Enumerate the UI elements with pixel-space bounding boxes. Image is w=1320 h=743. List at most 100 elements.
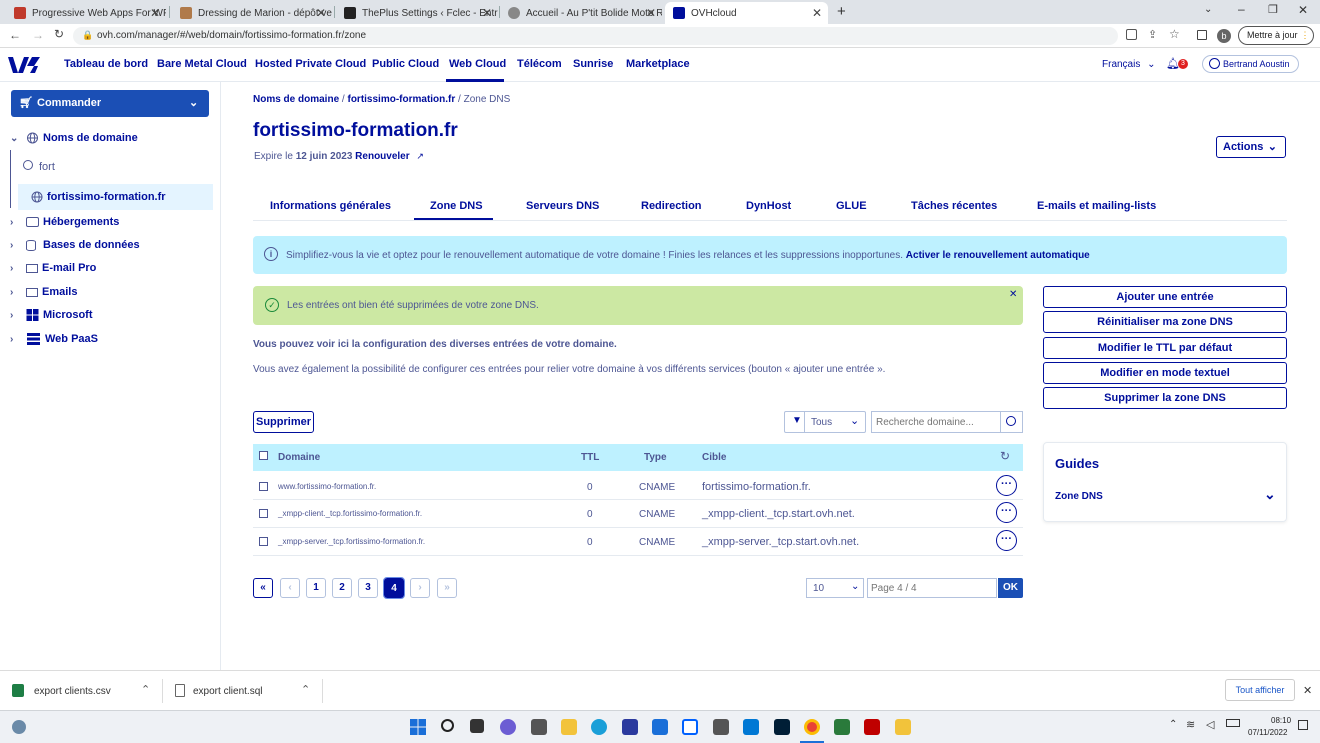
browser-tab[interactable]: Progressive Web Apps For WP – ✕ [6, 2, 166, 24]
close-icon[interactable]: ✕ [1303, 684, 1312, 697]
battery-icon[interactable] [1226, 719, 1240, 727]
edit-ttl-button[interactable]: Modifier le TTL par défaut [1043, 337, 1287, 359]
row-checkbox[interactable] [259, 482, 268, 491]
sidebar-item-email-pro[interactable]: › E-mail Pro [10, 262, 96, 274]
row-actions-menu-icon[interactable]: ··· [996, 475, 1017, 496]
close-icon[interactable]: ✕ [812, 6, 822, 20]
wifi-icon[interactable]: ≋ [1186, 718, 1195, 731]
ovh-logo-icon[interactable] [8, 56, 40, 74]
clock-date[interactable]: 07/11/2022 [1248, 728, 1287, 737]
sidebar-item-microsoft[interactable]: › Microsoft [10, 309, 93, 321]
tab-informations-generales[interactable]: Informations générales [270, 200, 391, 212]
page-4-button-current[interactable]: 4 [383, 577, 405, 599]
show-all-downloads-button[interactable]: Tout afficher [1225, 679, 1295, 701]
close-icon[interactable]: ✕ [1009, 289, 1017, 300]
tray-chevron-icon[interactable]: ⌃ [1169, 719, 1177, 730]
task-view-icon[interactable] [470, 719, 484, 733]
update-button[interactable]: Mettre à jour ⋮ [1238, 26, 1314, 45]
sidepanel-icon[interactable] [1197, 30, 1207, 40]
browser-tab[interactable]: Dressing de Marion - dépôt vent ✕ [172, 2, 332, 24]
reset-zone-button[interactable]: Réinitialiser ma zone DNS [1043, 311, 1287, 333]
star-icon[interactable]: ☆ [1169, 27, 1180, 41]
download-file-name[interactable]: export client.sql [193, 686, 262, 697]
close-icon[interactable]: ✕ [150, 6, 160, 20]
sidebar-item-selected-domain[interactable]: fortissimo-formation.fr [18, 184, 213, 210]
browser-tab-active[interactable]: OVHcloud ✕ [665, 2, 828, 24]
tab-redirection[interactable]: Redirection [641, 200, 702, 212]
page-1-button[interactable]: 1 [306, 578, 326, 598]
close-icon[interactable]: ✕ [482, 6, 492, 20]
breadcrumb-domain[interactable]: fortissimo-formation.fr [347, 94, 455, 105]
chat-icon[interactable] [500, 719, 516, 735]
col-ttl[interactable]: TTL [581, 452, 599, 463]
tab-list-chevron-icon[interactable]: ⌄ [1204, 4, 1212, 15]
domain-search-input[interactable] [871, 411, 1000, 433]
delete-zone-button[interactable]: Supprimer la zone DNS [1043, 387, 1287, 409]
filter-select[interactable]: ▼ Tous ⌄ [784, 411, 866, 433]
nav-web-cloud[interactable]: Web Cloud [449, 58, 506, 70]
profile-avatar[interactable]: b [1217, 29, 1231, 43]
text-mode-button[interactable]: Modifier en mode textuel [1043, 362, 1287, 384]
volume-icon[interactable]: ◁ [1206, 718, 1214, 731]
per-page-select[interactable]: 10 ⌄ [806, 578, 864, 598]
forward-arrow-icon[interactable]: → [32, 28, 44, 42]
nav-telecom[interactable]: Télécom [517, 58, 562, 70]
guide-zone-dns[interactable]: Zone DNS [1055, 491, 1103, 502]
store-icon[interactable] [652, 719, 668, 735]
row-checkbox[interactable] [259, 537, 268, 546]
tab-emails-mailing-lists[interactable]: E-mails et mailing-lists [1037, 200, 1156, 212]
close-icon[interactable]: ✕ [316, 6, 326, 20]
page-2-button[interactable]: 2 [332, 578, 352, 598]
search-icon[interactable] [441, 719, 454, 732]
windows-start-icon[interactable] [410, 719, 426, 735]
select-all-checkbox[interactable] [259, 451, 268, 460]
language-select[interactable]: Français ⌄ [1102, 59, 1156, 70]
sidebar-item-domains[interactable]: ⌄ Noms de domaine [10, 132, 138, 144]
user-menu[interactable]: Bertrand Aoustin [1202, 55, 1299, 73]
window-close-icon[interactable]: ✕ [1298, 3, 1308, 17]
back-arrow-icon[interactable]: ← [9, 28, 21, 42]
tab-taches-recentes[interactable]: Tâches récentes [911, 200, 997, 212]
new-tab-icon[interactable]: + [837, 3, 846, 20]
outlook-icon[interactable] [743, 719, 759, 735]
row-checkbox[interactable] [259, 509, 268, 518]
tab-serveurs-dns[interactable]: Serveurs DNS [526, 200, 599, 212]
edge-icon[interactable] [591, 719, 607, 735]
refresh-icon[interactable]: ↻ [1000, 449, 1010, 463]
search-button[interactable] [1000, 411, 1023, 433]
nav-bare-metal-cloud[interactable]: Bare Metal Cloud [157, 58, 247, 70]
dropbox-icon[interactable] [682, 719, 698, 735]
app-icon[interactable] [713, 719, 729, 735]
weather-icon[interactable] [12, 720, 26, 734]
first-page-button[interactable]: « [253, 578, 273, 598]
next-page-button[interactable]: › [410, 578, 430, 598]
chevron-up-icon[interactable]: ⌃ [141, 683, 150, 696]
col-type[interactable]: Type [644, 452, 667, 463]
notification-center-icon[interactable] [1298, 720, 1308, 730]
tab-glue[interactable]: GLUE [836, 200, 867, 212]
chevron-up-icon[interactable]: ⌃ [301, 683, 310, 696]
page-number-input[interactable] [867, 578, 997, 598]
last-page-button[interactable]: » [437, 578, 457, 598]
browser-tab[interactable]: ThePlus Settings ‹ Fclec - Entrep ✕ [336, 2, 498, 24]
minimize-icon[interactable]: – [1238, 2, 1245, 16]
nav-public-cloud[interactable]: Public Cloud [372, 58, 439, 70]
sidebar-item-hebergements[interactable]: › Hébergements [10, 216, 119, 228]
file-explorer-icon[interactable] [561, 719, 577, 735]
prev-page-button[interactable]: ‹ [280, 578, 300, 598]
translate-icon[interactable] [1126, 29, 1137, 40]
col-target[interactable]: Cible [702, 452, 726, 463]
app-icon[interactable] [895, 719, 911, 735]
sidebar-item-emails[interactable]: › Emails [10, 286, 77, 298]
add-entry-button[interactable]: Ajouter une entrée [1043, 286, 1287, 308]
browser-tab[interactable]: Accueil - Au P'tit Bolide Moto Re ✕ [500, 2, 662, 24]
app-icon[interactable] [622, 719, 638, 735]
row-actions-menu-icon[interactable]: ··· [996, 502, 1017, 523]
tab-zone-dns[interactable]: Zone DNS [430, 200, 483, 212]
sidebar-item-web-paas[interactable]: › Web PaaS [10, 333, 98, 345]
nav-tableau-de-bord[interactable]: Tableau de bord [64, 58, 148, 70]
chrome-icon[interactable] [804, 719, 820, 735]
sidebar-search-input[interactable]: fort [18, 158, 213, 178]
clock-time[interactable]: 08:10 [1271, 716, 1291, 725]
close-icon[interactable]: ✕ [646, 6, 656, 20]
